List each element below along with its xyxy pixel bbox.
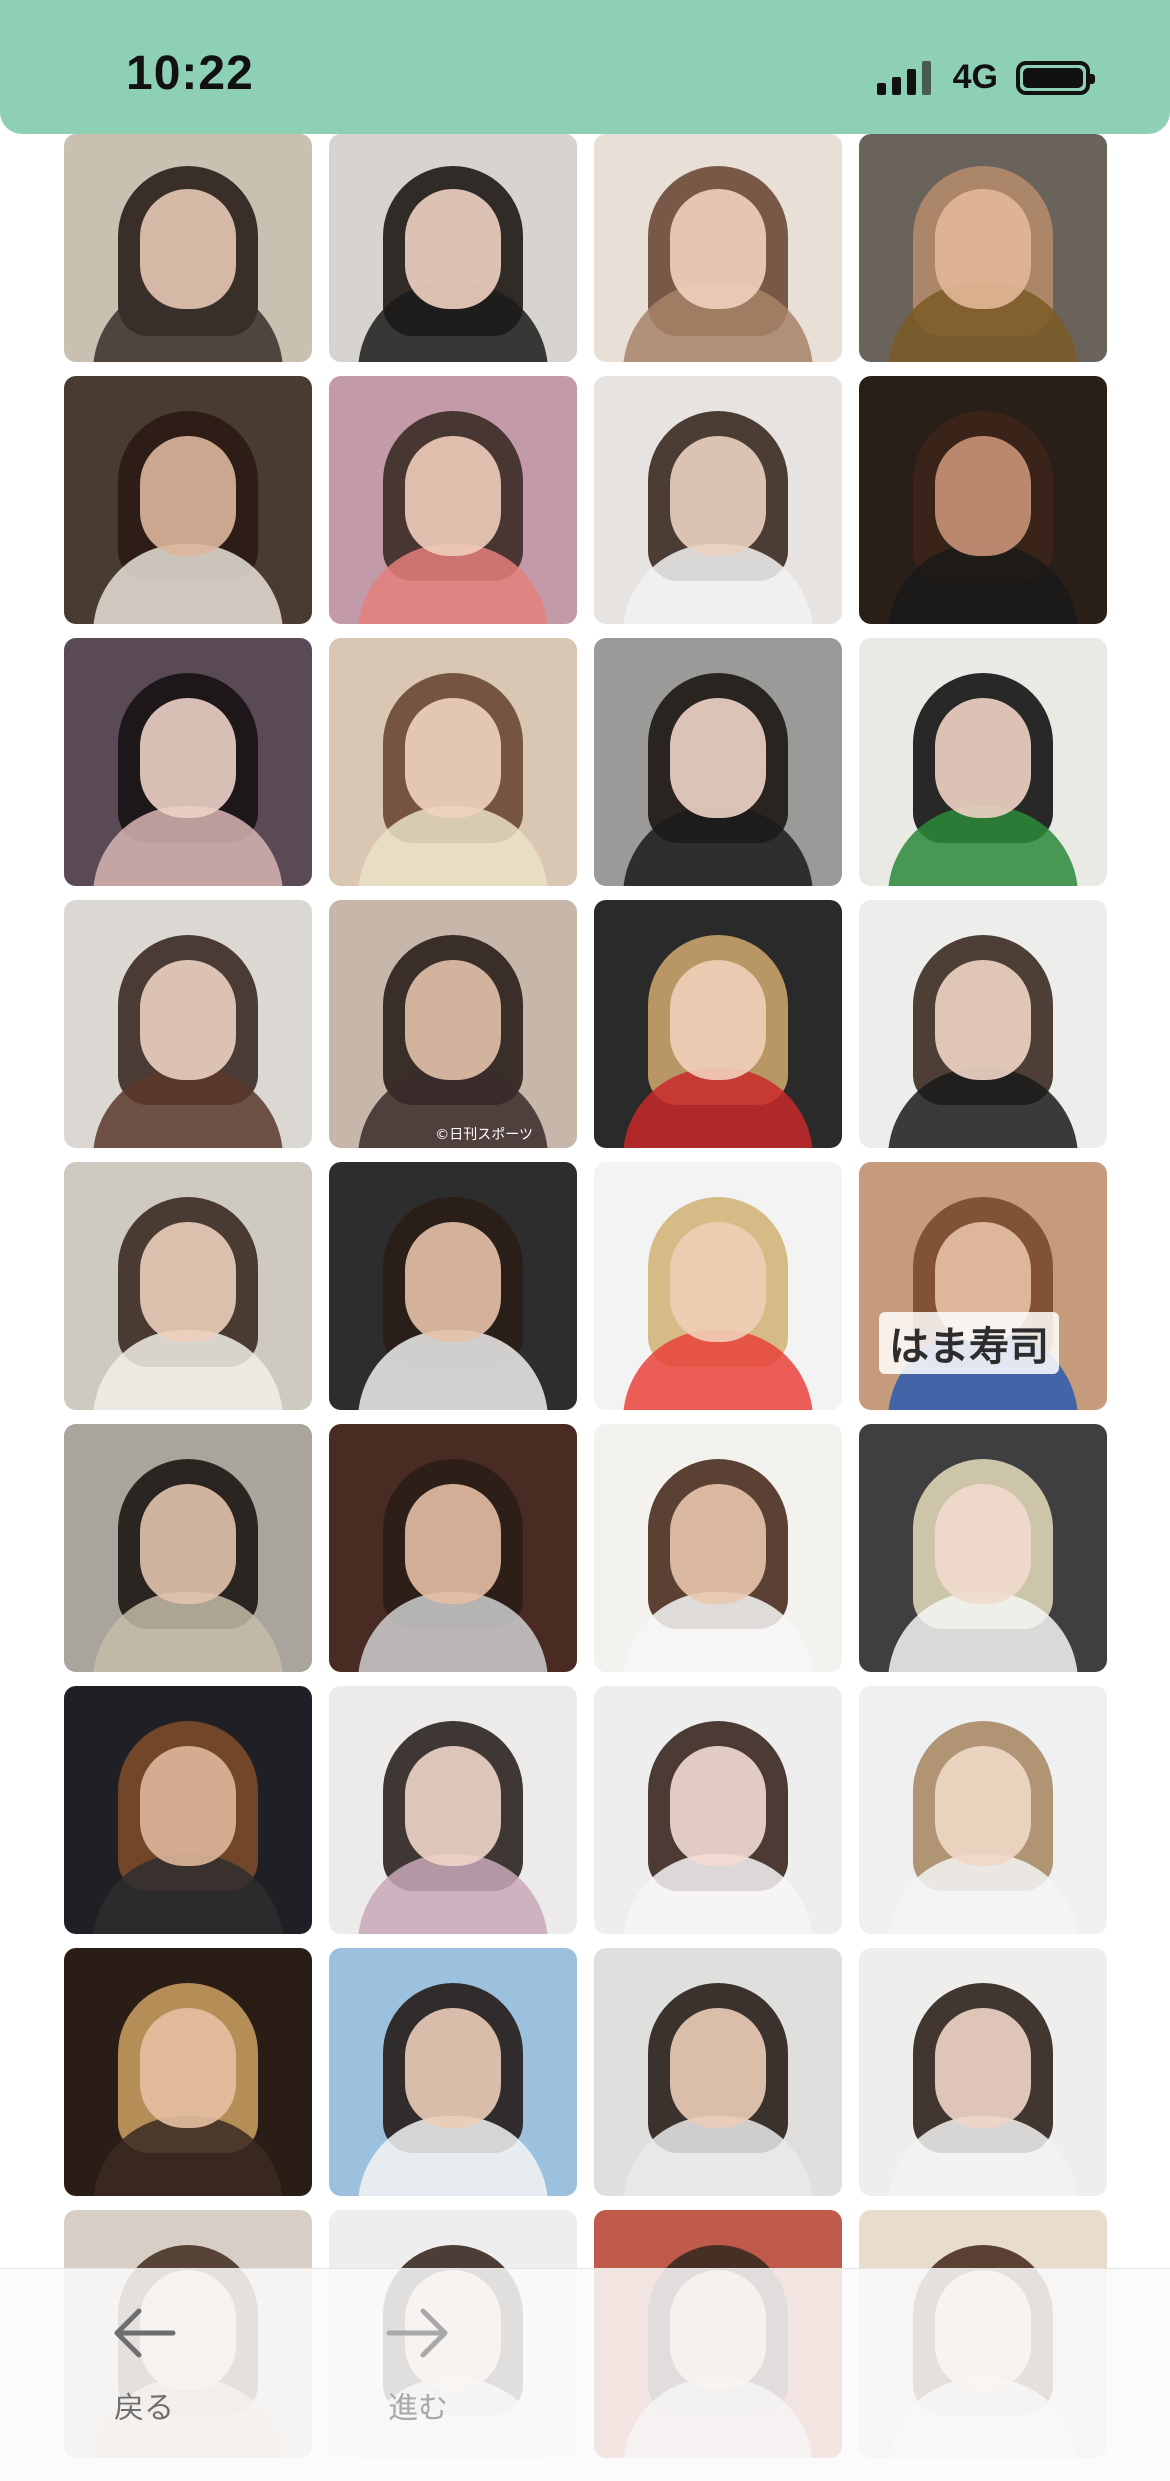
tile-face-shape bbox=[935, 1483, 1031, 1604]
tile-face-shape bbox=[140, 2007, 236, 2128]
image-tile[interactable] bbox=[859, 134, 1107, 362]
tile-face-shape bbox=[140, 188, 236, 309]
image-tile[interactable] bbox=[329, 1424, 577, 1672]
image-tile[interactable]: はま寿司 bbox=[859, 1162, 1107, 1410]
image-tile[interactable] bbox=[329, 1162, 577, 1410]
image-tile[interactable] bbox=[329, 376, 577, 624]
status-indicators: 4G bbox=[876, 58, 1095, 97]
status-time: 10:22 bbox=[126, 47, 254, 100]
tile-face-shape bbox=[405, 697, 501, 818]
back-label: 戻る bbox=[114, 2391, 174, 2426]
tile-face-shape bbox=[405, 435, 501, 556]
image-tile[interactable] bbox=[594, 1162, 842, 1410]
tile-face-shape bbox=[405, 2007, 501, 2128]
tile-face-shape bbox=[405, 1745, 501, 1866]
tile-face-shape bbox=[935, 435, 1031, 556]
image-tile[interactable] bbox=[594, 134, 842, 362]
image-tile[interactable]: ©日刊スポーツ bbox=[329, 900, 577, 1148]
tile-face-shape bbox=[140, 1483, 236, 1604]
tile-caption: ©日刊スポーツ bbox=[435, 1127, 533, 1143]
tile-face-shape bbox=[935, 1745, 1031, 1866]
image-tile[interactable] bbox=[64, 638, 312, 886]
forward-label: 進む bbox=[388, 2391, 448, 2426]
tile-face-shape bbox=[140, 1745, 236, 1866]
image-tile[interactable] bbox=[594, 1686, 842, 1934]
image-tile[interactable] bbox=[329, 1686, 577, 1934]
image-tile[interactable] bbox=[329, 134, 577, 362]
image-tile[interactable] bbox=[64, 1686, 312, 1934]
image-tile[interactable] bbox=[329, 638, 577, 886]
network-type: 4G bbox=[952, 58, 998, 96]
tile-face-shape bbox=[670, 1745, 766, 1866]
image-tile[interactable] bbox=[859, 376, 1107, 624]
arrow-right-icon bbox=[386, 2308, 448, 2358]
image-tile[interactable] bbox=[64, 900, 312, 1148]
tile-face-shape bbox=[670, 2007, 766, 2128]
forward-button[interactable]: 進む bbox=[358, 2305, 478, 2427]
tile-face-shape bbox=[405, 188, 501, 309]
image-tile[interactable] bbox=[594, 900, 842, 1148]
tile-face-shape bbox=[670, 188, 766, 309]
back-button[interactable]: 戻る bbox=[84, 2305, 204, 2427]
tile-face-shape bbox=[935, 697, 1031, 818]
arrow-left-icon bbox=[114, 2308, 176, 2358]
image-tile[interactable] bbox=[64, 1948, 312, 2196]
tile-face-shape bbox=[405, 1221, 501, 1342]
image-tile[interactable] bbox=[594, 1948, 842, 2196]
tile-overlay-text: はま寿司 bbox=[879, 1312, 1059, 1374]
tile-face-shape bbox=[140, 435, 236, 556]
tile-face-shape bbox=[140, 1221, 236, 1342]
image-tile[interactable] bbox=[859, 1686, 1107, 1934]
battery-icon bbox=[1016, 60, 1095, 95]
tile-face-shape bbox=[670, 1221, 766, 1342]
status-bar: 10:22 4G bbox=[0, 0, 1170, 134]
image-tile[interactable] bbox=[859, 1948, 1107, 2196]
image-tile[interactable] bbox=[594, 376, 842, 624]
tile-face-shape bbox=[935, 2007, 1031, 2128]
tile-face-shape bbox=[405, 959, 501, 1080]
tile-face-shape bbox=[670, 435, 766, 556]
image-tile[interactable] bbox=[64, 1162, 312, 1410]
bottom-toolbar: 戻る 進む bbox=[0, 2268, 1170, 2481]
signal-icon bbox=[876, 60, 931, 95]
tile-face-shape bbox=[670, 959, 766, 1080]
tile-face-shape bbox=[670, 697, 766, 818]
image-tile[interactable] bbox=[64, 134, 312, 362]
image-tile[interactable] bbox=[859, 638, 1107, 886]
image-tile[interactable] bbox=[594, 1424, 842, 1672]
tile-face-shape bbox=[935, 188, 1031, 309]
tile-face-shape bbox=[405, 1483, 501, 1604]
tile-face-shape bbox=[670, 1483, 766, 1604]
image-tile[interactable] bbox=[859, 900, 1107, 1148]
image-tile[interactable] bbox=[329, 1948, 577, 2196]
image-tile[interactable] bbox=[594, 638, 842, 886]
tile-face-shape bbox=[140, 697, 236, 818]
tile-face-shape bbox=[935, 959, 1031, 1080]
image-tile[interactable] bbox=[64, 1424, 312, 1672]
tile-face-shape bbox=[140, 959, 236, 1080]
image-grid: ©日刊スポーツはま寿司 bbox=[64, 134, 1107, 2458]
image-tile[interactable] bbox=[859, 1424, 1107, 1672]
image-tile[interactable] bbox=[64, 376, 312, 624]
